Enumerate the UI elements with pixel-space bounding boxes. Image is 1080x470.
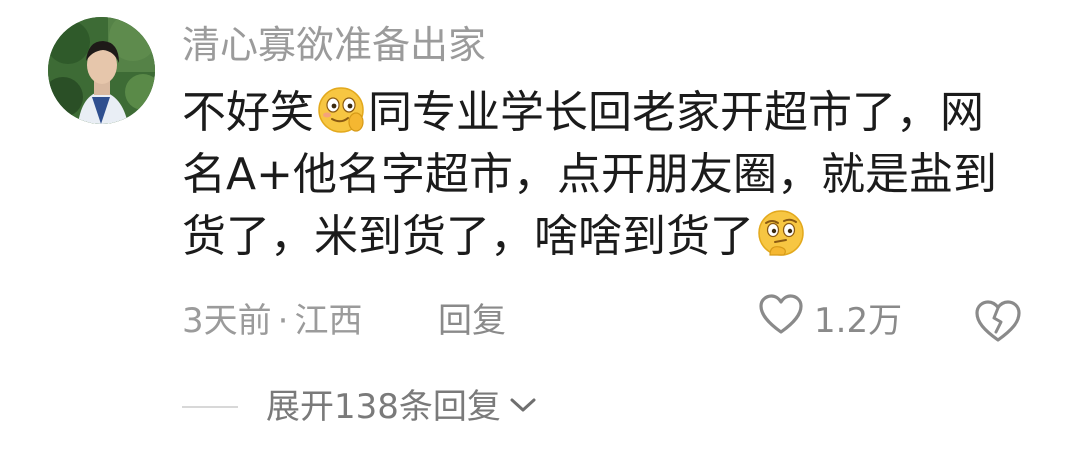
comment-text: 不好笑 [182,87,314,138]
heart-outline-icon [758,293,804,349]
comment-location: 江西 [294,301,363,341]
comment-line: 货了，米到货了，啥啥到货了 [182,206,1022,268]
expand-replies[interactable]: 展开138条回复 [182,382,537,432]
comment-content: 不好笑 同专业学长回老家开超市了，网 名A+他名字超市，点开朋友圈，就是盐到 货… [182,82,1022,268]
comment-meta: 3天前 · 江西 回复 [182,296,506,346]
dislike-button[interactable] [974,298,1022,344]
chevron-down-icon [509,395,537,419]
like-count: 1.2万 [814,301,903,341]
divider-line [182,406,238,408]
like-button[interactable]: 1.2万 [758,293,903,349]
comment-line: 名A+他名字超市，点开朋友圈，就是盐到 [182,149,997,200]
comment-text: 同专业学长回老家开超市了，网 [368,87,984,138]
reply-button[interactable]: 回复 [438,296,506,346]
broken-heart-icon [974,300,1022,348]
avatar[interactable] [48,17,155,124]
smirk-face-emoji [316,85,366,135]
thinking-face-emoji [756,209,806,259]
comment-text: 货了，米到货了，啥啥到货了 [182,211,754,262]
expand-replies-label: 展开138条回复 [266,387,501,427]
comment-time: 3天前 [182,301,272,341]
username[interactable]: 清心寡欲准备出家 [182,20,486,70]
comment-line: 不好笑 同专业学长回老家开超市了，网 [182,82,1022,144]
meta-separator: · [277,301,289,341]
